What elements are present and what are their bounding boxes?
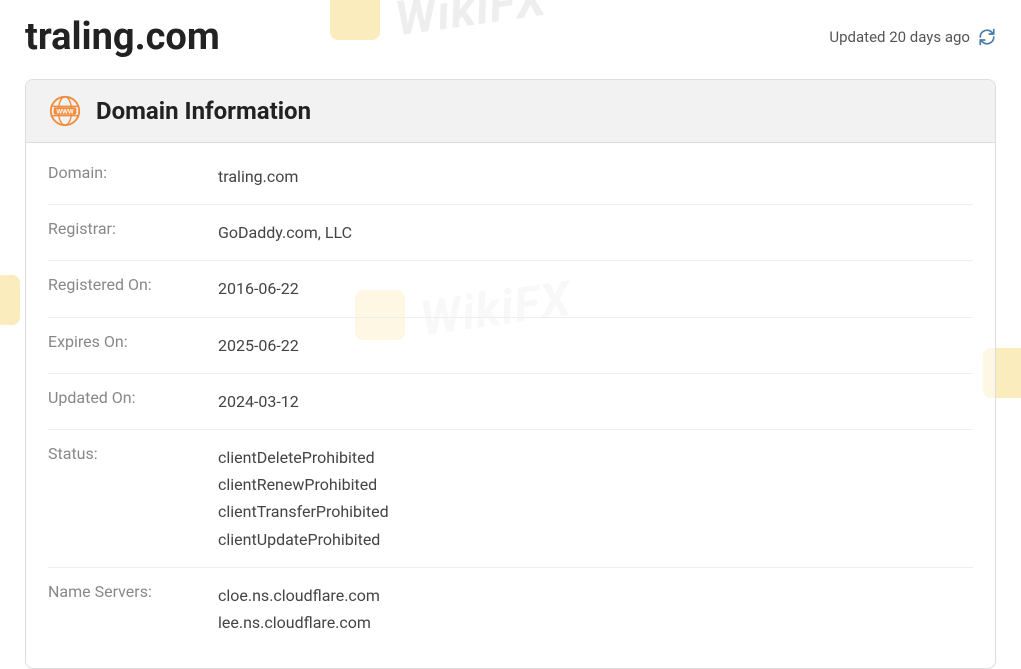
svg-text:WWW: WWW <box>56 108 74 115</box>
info-label: Status: <box>48 444 218 553</box>
www-icon: WWW <box>48 94 82 128</box>
info-label: Registrar: <box>48 219 218 246</box>
info-value: 2016-06-22 <box>218 275 299 302</box>
info-row-registered-on: Registered On: 2016-06-22 <box>48 261 973 317</box>
updated-info: Updated 20 days ago <box>829 28 996 46</box>
info-value: clientDeleteProhibited clientRenewProhib… <box>218 444 389 553</box>
info-label: Expires On: <box>48 332 218 359</box>
info-row-name-servers: Name Servers: cloe.ns.cloudflare.com lee… <box>48 568 973 650</box>
info-value: traling.com <box>218 163 298 190</box>
info-label: Registered On: <box>48 275 218 302</box>
page-header: traling.com Updated 20 days ago <box>25 15 996 59</box>
info-label: Name Servers: <box>48 582 218 636</box>
card-header: WWW Domain Information <box>26 80 995 143</box>
domain-info-card: WWW Domain Information Domain: traling.c… <box>25 79 996 669</box>
card-body: Domain: traling.com Registrar: GoDaddy.c… <box>26 143 995 668</box>
info-value: 2024-03-12 <box>218 388 299 415</box>
info-value: cloe.ns.cloudflare.com lee.ns.cloudflare… <box>218 582 380 636</box>
refresh-icon[interactable] <box>978 28 996 46</box>
info-row-status: Status: clientDeleteProhibited clientRen… <box>48 430 973 568</box>
updated-text: Updated 20 days ago <box>829 28 970 46</box>
domain-title: traling.com <box>25 15 220 59</box>
info-label: Updated On: <box>48 388 218 415</box>
info-row-updated-on: Updated On: 2024-03-12 <box>48 374 973 430</box>
info-row-registrar: Registrar: GoDaddy.com, LLC <box>48 205 973 261</box>
info-row-expires-on: Expires On: 2025-06-22 <box>48 318 973 374</box>
info-label: Domain: <box>48 163 218 190</box>
info-value: GoDaddy.com, LLC <box>218 219 352 246</box>
info-row-domain: Domain: traling.com <box>48 149 973 205</box>
card-title: Domain Information <box>96 97 311 125</box>
info-value: 2025-06-22 <box>218 332 299 359</box>
